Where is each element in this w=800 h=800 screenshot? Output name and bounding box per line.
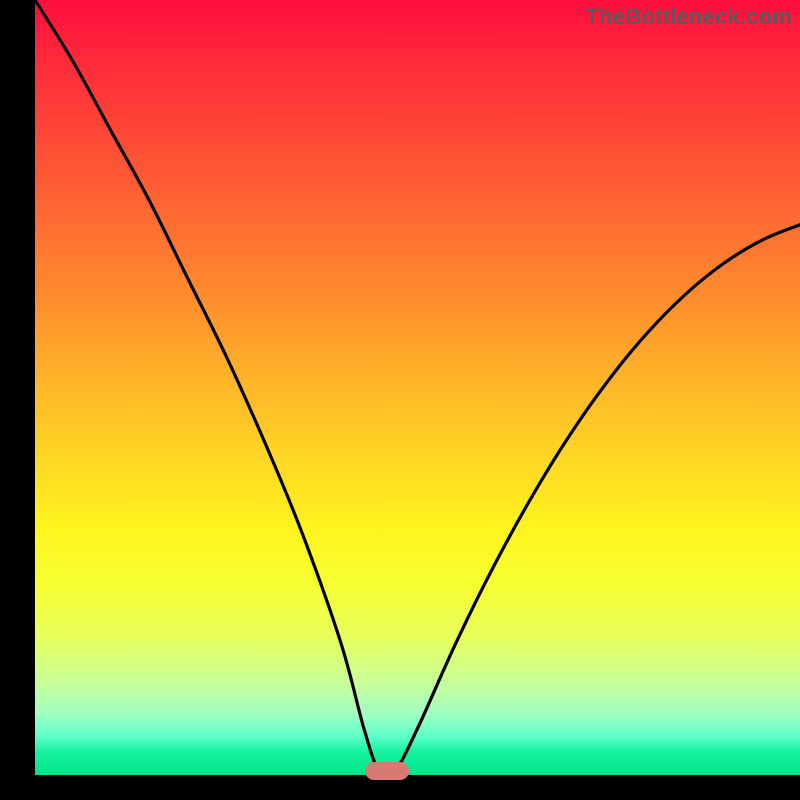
optimal-marker — [365, 762, 409, 780]
bottleneck-curve — [35, 0, 800, 775]
plot-area: TheBottleneck.com — [35, 0, 800, 775]
chart-frame: TheBottleneck.com — [0, 0, 800, 800]
curve-layer — [35, 0, 800, 775]
